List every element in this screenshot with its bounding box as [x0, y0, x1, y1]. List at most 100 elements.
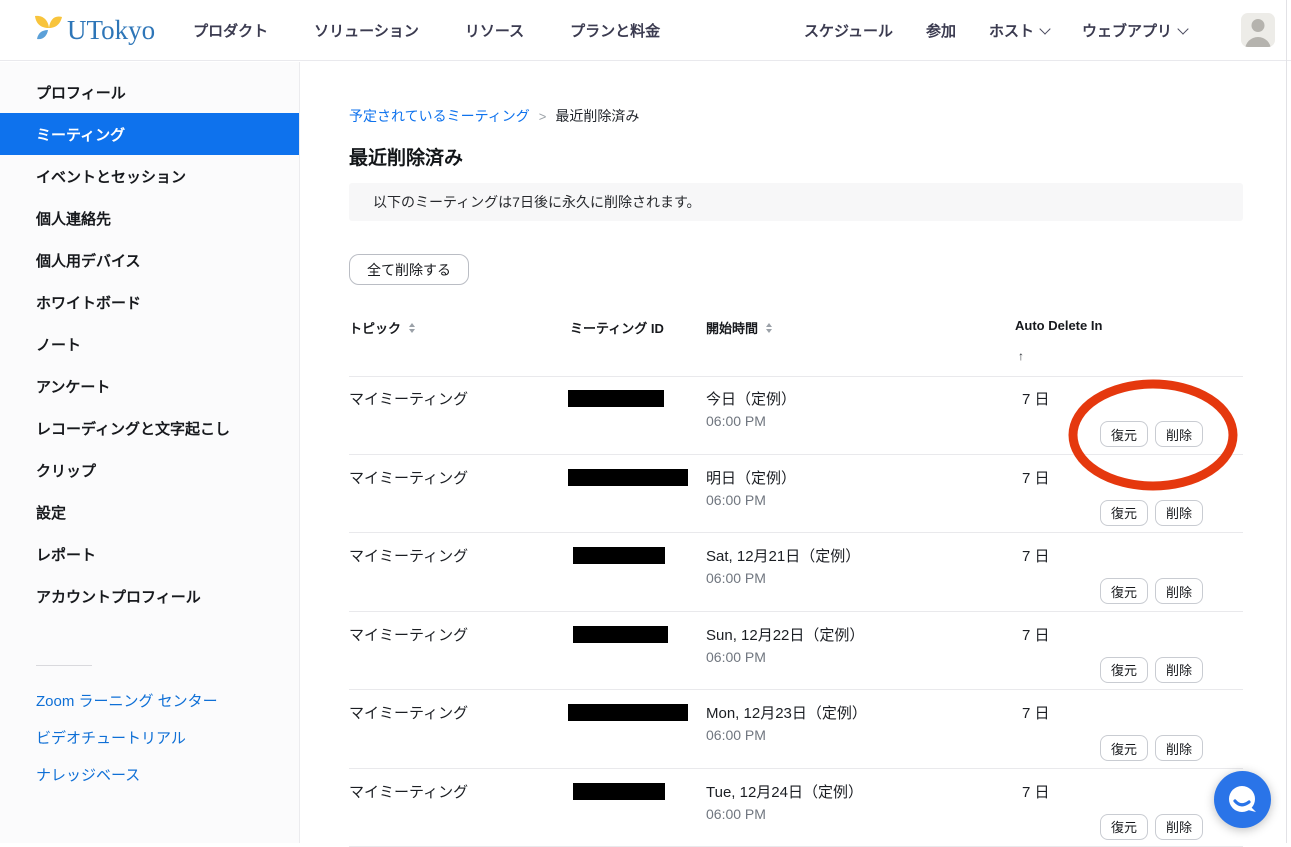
- delete-button[interactable]: 削除: [1155, 500, 1203, 526]
- sidebar-item-personal-contacts[interactable]: 個人連絡先: [0, 197, 299, 239]
- meeting-start-time: 06:00 PM: [706, 727, 766, 743]
- meeting-start-time: 06:00 PM: [706, 413, 766, 429]
- delete-button[interactable]: 削除: [1155, 657, 1203, 683]
- table-row: マイミーティング Mon, 12月23日（定例） 06:00 PM 7 日 復元…: [349, 690, 1243, 769]
- chat-bubble-icon: [1226, 783, 1260, 817]
- sidebar-item-surveys[interactable]: アンケート: [0, 365, 299, 407]
- meeting-start-time: 06:00 PM: [706, 649, 766, 665]
- meeting-start-date: Sun, 12月22日（定例）: [706, 624, 864, 645]
- restore-button[interactable]: 復元: [1100, 657, 1148, 683]
- sidebar-item-clips[interactable]: クリップ: [0, 449, 299, 491]
- auto-delete-value: 7 日: [1022, 545, 1050, 566]
- link-knowledge-base[interactable]: ナレッジベース: [0, 756, 299, 793]
- page-title: 最近削除済み: [349, 143, 463, 170]
- meeting-topic: マイミーティング: [349, 624, 468, 645]
- delete-button[interactable]: 削除: [1155, 735, 1203, 761]
- sidebar-item-events-sessions[interactable]: イベントとセッション: [0, 155, 299, 197]
- avatar-person-icon: [1252, 19, 1265, 32]
- auto-delete-value: 7 日: [1022, 624, 1050, 645]
- meeting-id-redacted: [573, 783, 665, 800]
- sidebar-item-meetings[interactable]: ミーティング: [0, 113, 299, 155]
- sidebar-item-account-profile[interactable]: アカウントプロフィール: [0, 575, 299, 617]
- sidebar-item-personal-devices[interactable]: 個人用デバイス: [0, 239, 299, 281]
- delete-button[interactable]: 削除: [1155, 814, 1203, 840]
- table-row: マイミーティング Tue, 12月24日（定例） 06:00 PM 7 日 復元…: [349, 769, 1243, 847]
- restore-button[interactable]: 復元: [1100, 500, 1148, 526]
- restore-button[interactable]: 復元: [1100, 421, 1148, 447]
- meeting-id-redacted: [568, 390, 664, 407]
- breadcrumb-separator: >: [539, 109, 547, 124]
- chevron-down-icon: [1039, 23, 1050, 34]
- delete-all-button[interactable]: 全て削除する: [349, 254, 469, 285]
- table-row: マイミーティング 今日（定例） 06:00 PM 7 日 復元 削除: [349, 376, 1243, 455]
- auto-delete-value: 7 日: [1022, 467, 1050, 488]
- meeting-start-date: 今日（定例）: [706, 388, 796, 409]
- meeting-id-redacted: [573, 547, 665, 564]
- breadcrumb-current: 最近削除済み: [555, 106, 639, 126]
- delete-button[interactable]: 削除: [1155, 421, 1203, 447]
- active-sort-ascending-icon[interactable]: ↑: [1018, 349, 1024, 363]
- secondary-nav: スケジュール 参加 ホスト ウェブアプリ: [804, 13, 1291, 47]
- deleted-meetings-table: マイミーティング 今日（定例） 06:00 PM 7 日 復元 削除 マイミーテ…: [349, 376, 1243, 847]
- nav-resources[interactable]: リソース: [465, 20, 524, 41]
- sidebar-footer-links: Zoom ラーニング センター ビデオチュートリアル ナレッジベース: [0, 682, 299, 793]
- column-header-start-time[interactable]: 開始時間: [706, 318, 772, 337]
- restore-button[interactable]: 復元: [1100, 814, 1148, 840]
- user-avatar[interactable]: [1241, 13, 1275, 47]
- breadcrumb-upcoming-meetings-link[interactable]: 予定されているミーティング: [349, 106, 530, 126]
- chat-widget-button[interactable]: [1214, 771, 1271, 828]
- sidebar-divider: [36, 665, 92, 666]
- table-header-row: トピック ミーティング ID 開始時間 Auto Delete In ↑: [349, 314, 1243, 377]
- auto-delete-value: 7 日: [1022, 388, 1050, 409]
- meeting-start-date: Tue, 12月24日（定例）: [706, 781, 863, 802]
- sort-icon[interactable]: [766, 323, 772, 333]
- breadcrumb: 予定されているミーティング > 最近削除済み: [349, 106, 639, 126]
- nav-host-menu[interactable]: ホスト: [989, 20, 1049, 41]
- nav-plans-pricing[interactable]: プランと料金: [570, 20, 660, 41]
- scrollbar-track-edge[interactable]: [1286, 0, 1287, 843]
- main-content: 予定されているミーティング > 最近削除済み 最近削除済み 以下のミーティングは…: [301, 62, 1291, 843]
- meeting-start-time: 06:00 PM: [706, 492, 766, 508]
- link-video-tutorials[interactable]: ビデオチュートリアル: [0, 719, 299, 756]
- sidebar-item-profile[interactable]: プロフィール: [0, 71, 299, 113]
- meeting-start-date: Sat, 12月21日（定例）: [706, 545, 860, 566]
- sidebar-item-whiteboard[interactable]: ホワイトボード: [0, 281, 299, 323]
- nav-join[interactable]: 参加: [926, 20, 956, 41]
- column-header-meeting-id: ミーティング ID: [570, 318, 664, 337]
- meeting-start-time: 06:00 PM: [706, 806, 766, 822]
- restore-button[interactable]: 復元: [1100, 578, 1148, 604]
- top-navbar: UTokyo プロダクト ソリューション リソース プランと料金 スケジュール …: [0, 0, 1291, 61]
- meeting-id-redacted: [573, 626, 668, 643]
- sidebar: プロフィール ミーティング イベントとセッション 個人連絡先 個人用デバイス ホ…: [0, 62, 300, 843]
- link-zoom-learning-center[interactable]: Zoom ラーニング センター: [0, 682, 299, 719]
- column-header-auto-delete-in[interactable]: Auto Delete In: [1015, 318, 1102, 333]
- restore-button[interactable]: 復元: [1100, 735, 1148, 761]
- nav-solutions[interactable]: ソリューション: [314, 20, 419, 41]
- column-header-topic[interactable]: トピック: [349, 318, 415, 337]
- meeting-start-date: 明日（定例）: [706, 467, 796, 488]
- utokyo-logo[interactable]: UTokyo: [33, 13, 155, 48]
- chevron-down-icon: [1177, 23, 1188, 34]
- delete-button[interactable]: 削除: [1155, 578, 1203, 604]
- sidebar-item-notes[interactable]: ノート: [0, 323, 299, 365]
- sidebar-item-settings[interactable]: 設定: [0, 491, 299, 533]
- sort-icon[interactable]: [409, 323, 415, 333]
- meeting-start-date: Mon, 12月23日（定例）: [706, 702, 867, 723]
- meeting-topic: マイミーティング: [349, 388, 468, 409]
- logo-wordmark: UTokyo: [67, 17, 155, 44]
- retention-notice-banner: 以下のミーティングは7日後に永久に削除されます。: [349, 183, 1243, 221]
- nav-schedule[interactable]: スケジュール: [804, 20, 893, 41]
- table-row: マイミーティング Sun, 12月22日（定例） 06:00 PM 7 日 復元…: [349, 612, 1243, 691]
- meeting-topic: マイミーティング: [349, 467, 468, 488]
- sidebar-item-reports[interactable]: レポート: [0, 533, 299, 575]
- nav-products[interactable]: プロダクト: [193, 20, 268, 41]
- meeting-id-redacted: [568, 469, 688, 486]
- nav-webapp-menu[interactable]: ウェブアプリ: [1082, 20, 1187, 41]
- meeting-topic: マイミーティング: [349, 781, 468, 802]
- auto-delete-value: 7 日: [1022, 781, 1050, 802]
- ginkgo-leaf-icon: [33, 13, 63, 48]
- primary-nav: プロダクト ソリューション リソース プランと料金: [193, 20, 660, 41]
- meeting-topic: マイミーティング: [349, 545, 468, 566]
- sidebar-item-recordings-transcripts[interactable]: レコーディングと文字起こし: [0, 407, 299, 449]
- meeting-topic: マイミーティング: [349, 702, 468, 723]
